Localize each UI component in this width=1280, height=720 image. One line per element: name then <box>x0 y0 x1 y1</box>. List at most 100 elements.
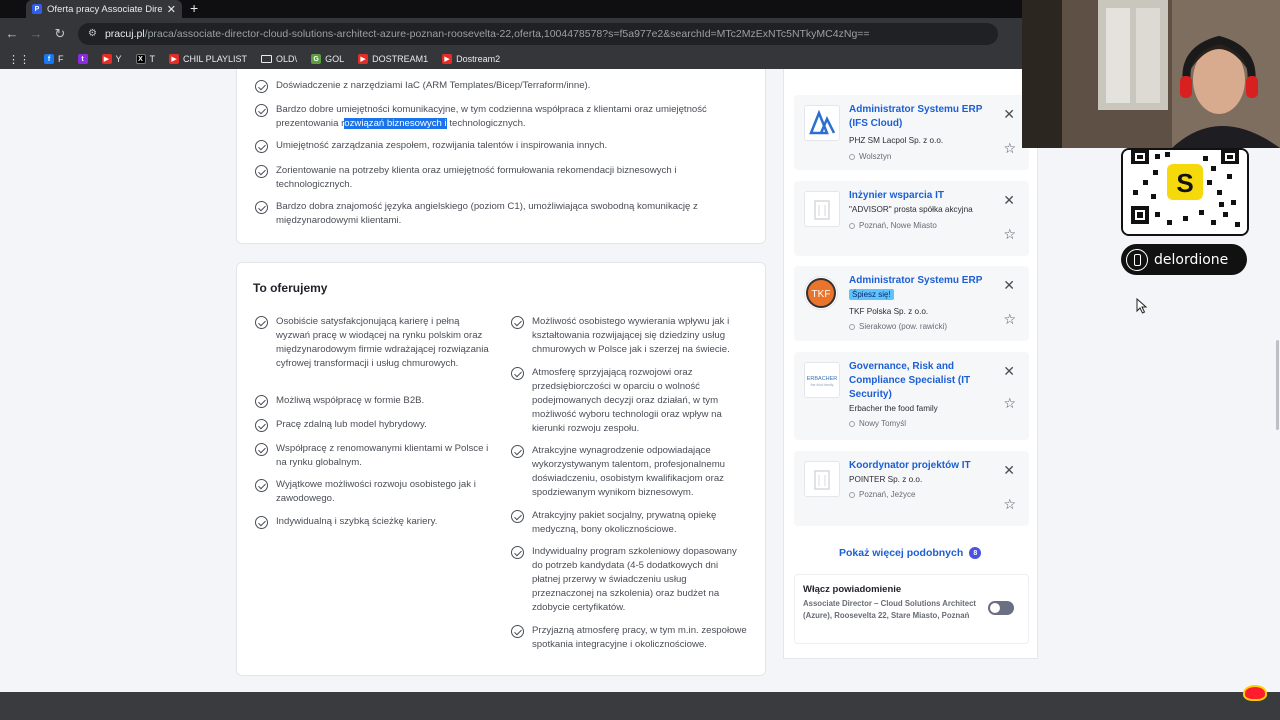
similar-job-card[interactable]: Inżynier wsparcia IT "ADVISOR" prosta sp… <box>794 181 1029 256</box>
x-icon: X <box>135 54 146 64</box>
offer-text: Możliwość osobistego wywierania wpływu j… <box>532 316 730 355</box>
similar-job-card[interactable]: Administrator Systemu ERP (IFS Cloud) PH… <box>794 95 1029 170</box>
lacpol-logo-icon <box>809 109 836 135</box>
reload-icon[interactable]: ↻ <box>48 26 72 42</box>
pracuj-favicon-icon: P <box>32 4 42 14</box>
bookmark-item[interactable]: ▶ Y <box>101 54 122 64</box>
bookmark-label: Dostream2 <box>456 54 501 64</box>
url-domain: pracuj.pl <box>104 27 145 40</box>
site-info-icon[interactable]: ⚙ <box>88 28 97 39</box>
youtube-icon: ▶ <box>358 54 369 64</box>
apps-grid-icon[interactable]: ⋮⋮ <box>8 53 30 66</box>
company-logo <box>804 105 840 141</box>
url-text: pracuj.pl/praca/associate-director-cloud… <box>105 28 870 40</box>
mouse-cursor-icon <box>1136 298 1148 314</box>
location-text: Nowy Tomyśl <box>859 419 906 428</box>
dismiss-icon[interactable]: ✕ <box>1003 278 1015 292</box>
alert-toggle[interactable] <box>988 601 1014 615</box>
job-title[interactable]: Administrator Systemu ERP (IFS Cloud) <box>849 103 989 131</box>
check-circle-icon <box>511 510 524 523</box>
svg-text:the food family: the food family <box>811 383 834 387</box>
youtube-icon: ▶ <box>169 54 180 64</box>
check-circle-icon <box>255 104 268 117</box>
location-pin-icon <box>849 323 855 330</box>
offer-text: Możliwą współpracę w formie B2B. <box>276 395 425 406</box>
scrollbar-thumb[interactable] <box>1276 340 1279 430</box>
offer-text: Współpracę z renomowanymi klientami w Po… <box>276 443 489 468</box>
bookmark-item[interactable]: G GOL <box>311 54 344 64</box>
back-icon[interactable]: ← <box>0 26 24 41</box>
bookmark-label: F <box>58 54 64 64</box>
bookmark-item[interactable]: ▶ Dostream2 <box>442 54 500 64</box>
qr-code-image: S <box>1123 150 1247 234</box>
check-circle-icon <box>255 395 268 408</box>
browser-tab[interactable]: P Oferta pracy Associate Director ✕ <box>26 0 182 18</box>
similar-offers-sidebar: Administrator Systemu ERP (IFS Cloud) PH… <box>783 69 1038 659</box>
company-logo <box>804 461 840 497</box>
star-icon[interactable]: ☆ <box>1003 396 1016 410</box>
selected-text: ozwiązań biznesowych i <box>344 118 447 129</box>
check-circle-icon <box>511 546 524 559</box>
bookmark-item[interactable]: t <box>77 54 88 64</box>
show-more-similar-button[interactable]: Pokaż więcej podobnych 8 <box>839 547 982 559</box>
close-tab-icon[interactable]: ✕ <box>167 3 176 16</box>
bookmark-label: DOSTREAM1 <box>372 54 429 64</box>
job-location: Wolsztyn <box>849 152 891 161</box>
star-icon[interactable]: ☆ <box>1003 312 1016 326</box>
list-item: Możliwość osobistego wywierania wpływu j… <box>511 315 747 357</box>
dismiss-icon[interactable]: ✕ <box>1003 193 1015 207</box>
dismiss-icon[interactable]: ✕ <box>1003 107 1015 121</box>
list-item: Wyjątkowe możliwości rozwoju osobistego … <box>255 478 489 506</box>
show-more-label: Pokaż więcej podobnych <box>839 547 964 559</box>
qr-logo-text: S <box>1176 168 1193 198</box>
url-path: /praca/associate-director-cloud-solution… <box>144 27 870 40</box>
bookmark-label: Y <box>115 54 122 64</box>
requirement-text-part: technologicznych. <box>446 118 526 129</box>
new-tab-icon[interactable]: + <box>190 0 198 16</box>
bookmark-item[interactable]: fF <box>44 54 64 64</box>
job-title[interactable]: Administrator Systemu ERP Śpiesz się! <box>849 274 989 302</box>
similar-job-card[interactable]: Koordynator projektów IT POINTER Sp. z o… <box>794 451 1029 526</box>
star-icon[interactable]: ☆ <box>1003 227 1016 241</box>
job-location: Poznań, Nowe Miasto <box>849 221 937 230</box>
job-location: Sierakowo (pow. rawicki) <box>849 322 947 331</box>
list-item: Osobiście satysfakcjonującą karierę i pe… <box>255 315 489 371</box>
location-text: Sierakowo (pow. rawicki) <box>859 322 948 331</box>
bookmark-item[interactable]: ▶ CHIL PLAYLIST <box>169 54 247 64</box>
count-badge: 8 <box>969 547 982 559</box>
offer-text: Osobiście satysfakcjonującą karierę i pe… <box>276 316 489 369</box>
offer-text: Atmosferę sprzyjającą rozwojowi oraz prz… <box>532 367 722 434</box>
erbacher-logo-icon: ERBACHERthe food family <box>807 376 838 387</box>
bottom-bar <box>0 692 1280 720</box>
job-location: Nowy Tomyśl <box>849 419 906 428</box>
dismiss-icon[interactable]: ✕ <box>1003 463 1015 477</box>
webcam-image <box>1022 0 1280 148</box>
dismiss-icon[interactable]: ✕ <box>1003 364 1015 378</box>
company-logo: TKF <box>804 276 838 310</box>
star-icon[interactable]: ☆ <box>1003 497 1016 511</box>
bookmark-folder[interactable]: OLD\ <box>261 54 297 64</box>
offer-text: Atrakcyjny pakiet socjalny, prywatną opi… <box>532 510 717 535</box>
similar-job-card[interactable]: TKF Administrator Systemu ERP Śpiesz się!… <box>794 266 1029 341</box>
star-icon[interactable]: ☆ <box>1003 141 1016 155</box>
requirement-text: Bardzo dobra znajomość języka angielskie… <box>276 201 698 226</box>
twitch-icon: t <box>77 54 88 64</box>
location-text: Poznań, Nowe Miasto <box>859 221 937 230</box>
url-field[interactable]: ⚙ pracuj.pl/praca/associate-director-clo… <box>78 22 998 45</box>
tkf-logo-icon: TKF <box>806 278 836 308</box>
check-circle-icon <box>255 516 268 529</box>
similar-job-card[interactable]: ERBACHER the food family Governance, Risk… <box>794 352 1029 440</box>
job-title[interactable]: Koordynator projektów IT <box>849 459 989 473</box>
company-logo <box>804 191 840 227</box>
job-title[interactable]: Governance, Risk and Compliance Speciali… <box>849 360 989 402</box>
forward-icon[interactable]: → <box>24 26 48 41</box>
phone-icon <box>1126 248 1148 271</box>
handle-name: delordione <box>1154 251 1229 268</box>
bookmark-item[interactable]: ▶ DOSTREAM1 <box>358 54 428 64</box>
job-location: Poznań, Jeżyce <box>849 490 915 499</box>
list-item: Indywidualną i szybką ścieżkę kariery. <box>255 515 489 529</box>
job-title[interactable]: Inżynier wsparcia IT <box>849 189 989 203</box>
offer-text: Atrakcyjne wynagrodzenie odpowiadające w… <box>532 445 726 498</box>
bookmark-item[interactable]: XT <box>135 54 155 64</box>
list-item: Zorientowanie na potrzeby klienta oraz u… <box>255 164 735 192</box>
